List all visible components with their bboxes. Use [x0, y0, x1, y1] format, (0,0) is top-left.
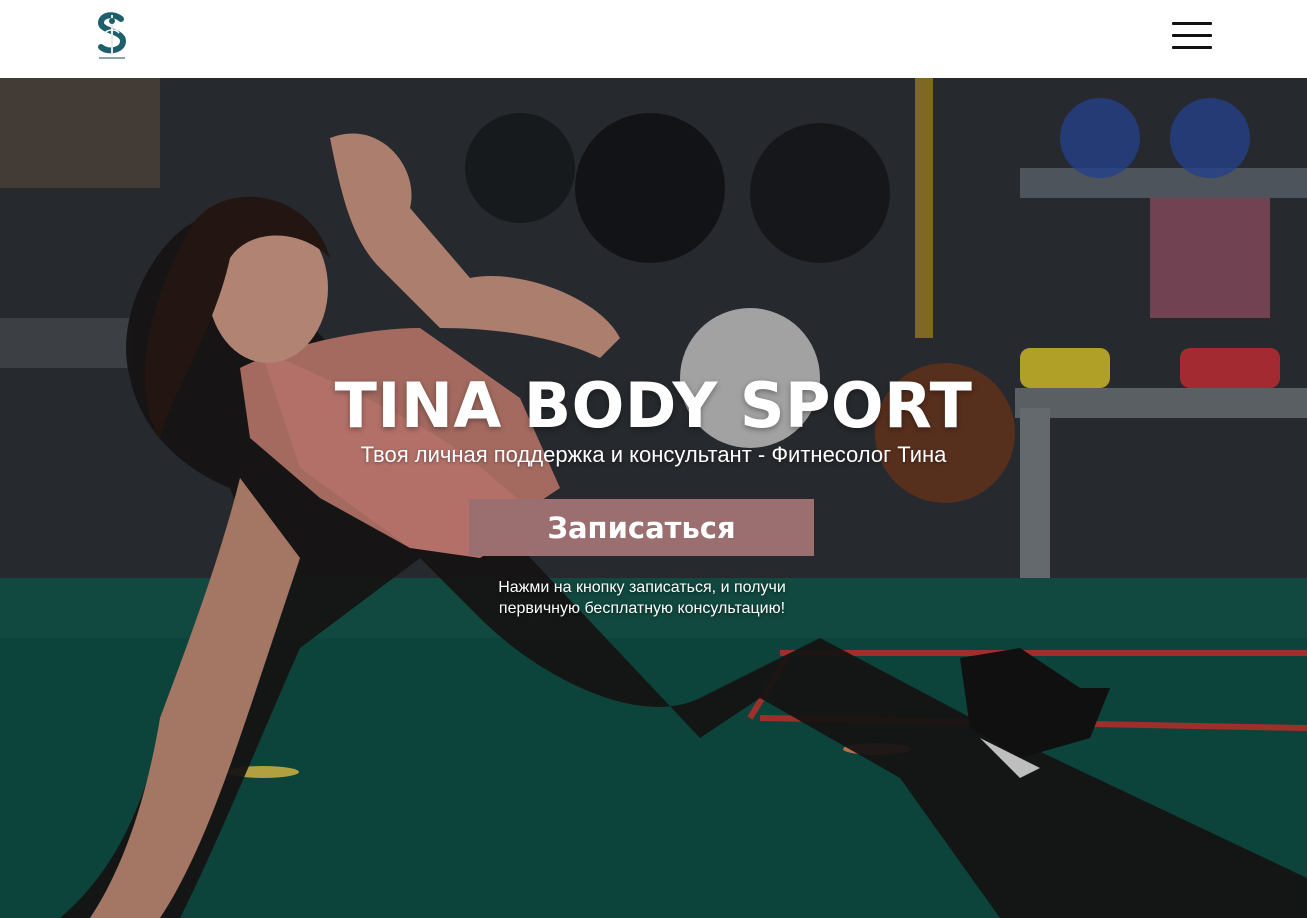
hero-section: TINA BODY SPORT Твоя личная поддержка и … — [0, 78, 1307, 918]
cta-note: Нажми на кнопку записаться, и получи пер… — [498, 579, 786, 617]
menu-bar — [1172, 22, 1212, 25]
logo-icon[interactable] — [93, 11, 131, 63]
hamburger-menu-icon[interactable] — [1170, 20, 1214, 54]
hero-subtitle: Твоя личная поддержка и консультант - Фи… — [360, 442, 947, 467]
site-header — [0, 0, 1307, 78]
menu-bar — [1172, 34, 1212, 37]
hero-title: TINA BODY SPORT — [334, 369, 973, 442]
logo-s-monogram-icon — [97, 12, 127, 59]
hero-background-image — [0, 78, 1307, 918]
menu-bar — [1172, 46, 1212, 49]
signup-button[interactable]: Записаться — [469, 499, 814, 556]
